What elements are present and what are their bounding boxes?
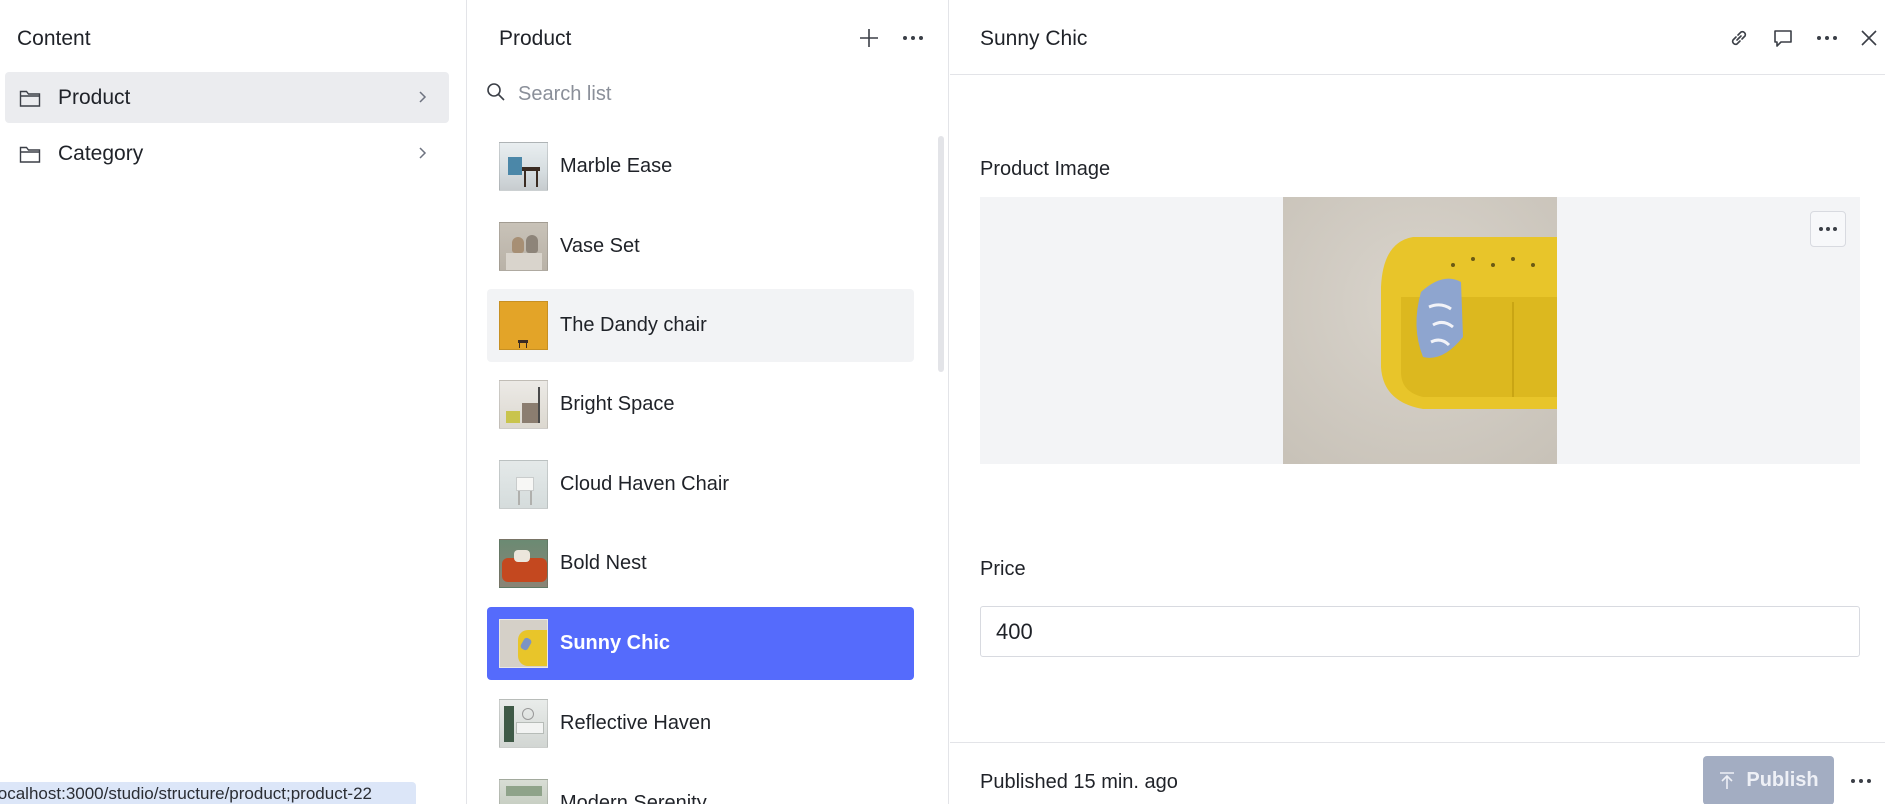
list-item-bright-space[interactable]: Bright Space xyxy=(487,368,914,441)
product-thumbnail xyxy=(499,222,548,271)
product-thumbnail xyxy=(499,142,548,191)
product-thumbnail xyxy=(499,380,548,429)
content-item-category[interactable]: Category xyxy=(5,128,449,179)
product-thumbnail xyxy=(499,460,548,509)
product-thumbnail xyxy=(499,779,548,804)
list-item-label: Reflective Haven xyxy=(560,712,712,734)
publish-status: Published 15 min. ago xyxy=(980,771,1178,793)
product-image-field[interactable] xyxy=(980,197,1860,464)
document-header: Sunny Chic xyxy=(950,0,1885,75)
product-thumbnail xyxy=(499,699,548,748)
product-image-label: Product Image xyxy=(980,158,1111,180)
more-icon xyxy=(1817,36,1837,40)
link-url-text: localhost:3000/studio/structure/product;… xyxy=(0,784,373,803)
chevron-right-icon xyxy=(413,144,431,162)
list-item-cloud-haven-chair[interactable]: Cloud Haven Chair xyxy=(487,448,914,521)
list-scrollbar[interactable] xyxy=(938,136,944,372)
copy-link-button[interactable] xyxy=(1724,23,1754,53)
close-pane-button[interactable] xyxy=(1854,23,1884,53)
link-url-tooltip: localhost:3000/studio/structure/product;… xyxy=(0,782,416,804)
list-item-vase-set[interactable]: Vase Set xyxy=(487,210,914,283)
plus-icon xyxy=(860,29,878,47)
list-item-label: Marble Ease xyxy=(560,155,673,177)
document-title: Sunny Chic xyxy=(980,27,1088,50)
list-item-dandy-chair[interactable]: The Dandy chair xyxy=(487,289,914,362)
list-item-label: Cloud Haven Chair xyxy=(560,473,729,495)
search-icon xyxy=(486,82,506,107)
content-pane: Content Product Category xyxy=(0,0,467,804)
comments-button[interactable] xyxy=(1768,23,1798,53)
list-item-label: Sunny Chic xyxy=(560,632,671,654)
search-row xyxy=(486,76,926,112)
list-item-label: Bold Nest xyxy=(560,552,647,574)
list-item-marble-ease[interactable]: Marble Ease xyxy=(487,130,914,203)
document-menu-button[interactable] xyxy=(1812,23,1842,53)
list-item-modern-serenity[interactable]: Modern Serenity xyxy=(487,767,914,804)
list-item-bold-nest[interactable]: Bold Nest xyxy=(487,527,914,600)
search-input[interactable] xyxy=(518,82,898,106)
content-item-label: Category xyxy=(58,141,144,165)
link-icon xyxy=(1731,30,1747,46)
list-item-label: The Dandy chair xyxy=(560,314,707,336)
close-icon xyxy=(1861,30,1877,46)
folder-icon xyxy=(19,143,41,165)
product-thumbnail xyxy=(499,539,548,588)
folder-icon xyxy=(19,87,41,109)
list-pane-title: Product xyxy=(499,27,572,50)
list-item-label: Bright Space xyxy=(560,393,675,415)
list-item-label: Vase Set xyxy=(560,235,640,257)
more-icon xyxy=(1851,779,1871,783)
publish-button[interactable]: Publish xyxy=(1703,756,1834,804)
more-icon xyxy=(903,36,923,40)
document-footer: Published 15 min. ago Publish xyxy=(950,742,1885,804)
price-input[interactable] xyxy=(980,606,1860,657)
image-menu-button[interactable] xyxy=(1810,211,1846,247)
publish-icon xyxy=(1720,771,1735,789)
content-pane-title: Content xyxy=(17,27,91,50)
product-thumbnail xyxy=(499,301,548,350)
product-thumbnail xyxy=(499,619,548,668)
content-item-product[interactable]: Product xyxy=(5,72,449,123)
list-menu-button[interactable] xyxy=(898,23,928,53)
product-image-preview xyxy=(1283,197,1557,464)
content-item-label: Product xyxy=(58,85,131,109)
publish-button-label: Publish xyxy=(1746,769,1819,791)
footer-menu-button[interactable] xyxy=(1846,766,1876,796)
chevron-right-icon xyxy=(413,88,431,106)
list-item-label: Modern Serenity xyxy=(560,792,707,804)
create-button[interactable] xyxy=(854,23,884,53)
list-item-reflective-haven[interactable]: Reflective Haven xyxy=(487,687,914,760)
more-icon xyxy=(1819,227,1837,231)
list-item-sunny-chic[interactable]: Sunny Chic xyxy=(487,607,914,680)
product-list-pane: Product Marble Ease Vase Set xyxy=(468,0,949,804)
price-label: Price xyxy=(980,558,1026,580)
comment-icon xyxy=(1774,30,1792,47)
document-pane: Sunny Chic Product Image Price 400 Publi… xyxy=(950,0,1885,804)
